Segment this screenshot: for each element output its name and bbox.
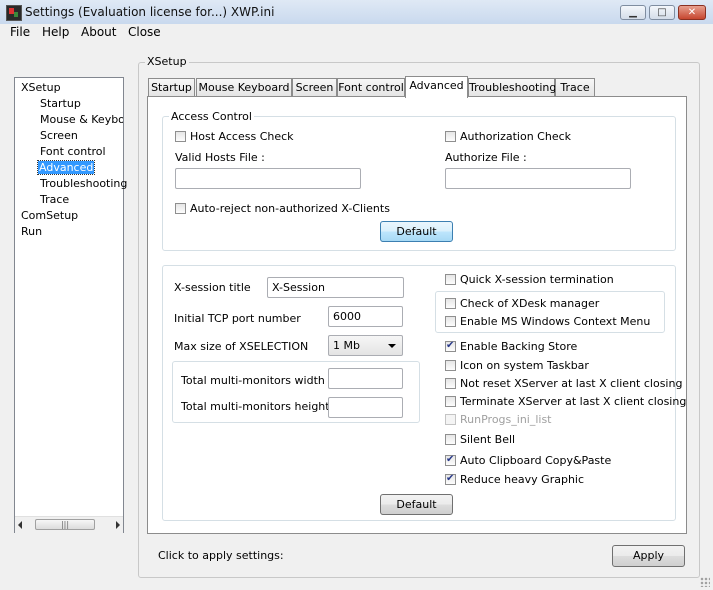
tree-item-font-control[interactable]: Font control [39, 145, 107, 158]
tab-screen[interactable]: Screen [292, 78, 337, 97]
reduce-graphic-label[interactable]: Reduce heavy Graphic [460, 473, 584, 486]
monitors-width-label: Total multi-monitors width [181, 374, 325, 387]
monitors-width-input[interactable] [328, 368, 403, 389]
quick-termination-label[interactable]: Quick X-session termination [460, 273, 614, 286]
resize-grip-icon[interactable] [700, 577, 710, 587]
not-reset-checkbox[interactable] [445, 378, 456, 389]
xselection-label: Max size of XSELECTION [174, 340, 309, 353]
maximize-icon: □ [657, 7, 667, 18]
auto-reject-checkbox[interactable] [175, 203, 186, 214]
tree-item-mouse-keyboard[interactable]: Mouse & Keyboar [39, 113, 123, 126]
monitors-height-label: Total multi-monitors height [181, 400, 330, 413]
ms-context-menu-label[interactable]: Enable MS Windows Context Menu [460, 315, 650, 328]
auto-clipboard-checkbox[interactable] [445, 454, 456, 466]
scroll-left-icon[interactable] [18, 521, 22, 529]
menu-file[interactable]: File [10, 25, 30, 39]
host-access-check-checkbox[interactable] [175, 131, 186, 142]
tcp-port-input[interactable]: 6000 [328, 306, 403, 327]
tree-horizontal-scrollbar[interactable]: ||| [15, 516, 123, 533]
monitors-height-input[interactable] [328, 397, 403, 418]
icon-taskbar-label[interactable]: Icon on system Taskbar [460, 359, 589, 372]
options-default-button[interactable]: Default [380, 494, 453, 515]
xsetup-group-label: XSetup [145, 55, 189, 68]
app-icon[interactable] [6, 5, 22, 21]
tab-font-control[interactable]: Font control [337, 78, 405, 97]
tree-item-run[interactable]: Run [20, 225, 43, 238]
tab-mouse-keyboard[interactable]: Mouse Keyboard [196, 78, 292, 97]
tree-item-troubleshooting[interactable]: Troubleshooting [39, 177, 128, 190]
tab-troubleshooting[interactable]: Troubleshooting [468, 78, 556, 97]
status-text: Click to apply settings: [158, 549, 284, 562]
terminate-label[interactable]: Terminate XServer at last X client closi… [460, 395, 686, 408]
scroll-right-icon[interactable] [116, 521, 120, 529]
backing-store-label[interactable]: Enable Backing Store [460, 340, 577, 353]
maximize-button[interactable]: □ [649, 5, 675, 20]
tab-trace[interactable]: Trace [555, 78, 595, 97]
runprogs-checkbox [445, 414, 456, 425]
xselection-value: 1 Mb [333, 339, 360, 352]
quick-termination-checkbox[interactable] [445, 274, 456, 285]
apply-button[interactable]: Apply [612, 545, 685, 567]
tree-item-startup[interactable]: Startup [39, 97, 82, 110]
tcp-port-label: Initial TCP port number [174, 312, 301, 325]
tab-advanced[interactable]: Advanced [405, 76, 468, 98]
silent-bell-checkbox[interactable] [445, 434, 456, 445]
host-access-check-label[interactable]: Host Access Check [190, 130, 294, 143]
tree-item-comsetup[interactable]: ComSetup [20, 209, 79, 222]
not-reset-label[interactable]: Not reset XServer at last X client closi… [460, 377, 682, 390]
session-title-input[interactable]: X-Session [267, 277, 404, 298]
reduce-graphic-checkbox[interactable] [445, 473, 456, 485]
runprogs-label: RunProgs_ini_list [460, 413, 552, 426]
terminate-checkbox[interactable] [445, 396, 456, 407]
access-control-legend: Access Control [169, 110, 254, 123]
session-title-label: X-session title [174, 281, 251, 294]
backing-store-checkbox[interactable] [445, 340, 456, 352]
authorization-check-label[interactable]: Authorization Check [460, 130, 571, 143]
close-button[interactable]: ✕ [678, 5, 706, 20]
menu-close[interactable]: Close [128, 25, 161, 39]
minimize-icon: ▁ [629, 7, 637, 18]
tree-item-xsetup[interactable]: XSetup [20, 81, 62, 94]
check-xdesk-label[interactable]: Check of XDesk manager [460, 297, 599, 310]
tree-item-advanced[interactable]: Advanced [36, 160, 96, 175]
scroll-thumb[interactable]: ||| [35, 519, 95, 530]
settings-tree[interactable]: XSetup Startup Mouse & Keyboar Screen Fo… [14, 77, 127, 533]
valid-hosts-input[interactable] [175, 168, 361, 189]
authorize-file-input[interactable] [445, 168, 631, 189]
tab-startup[interactable]: Startup [148, 78, 195, 97]
minimize-button[interactable]: ▁ [620, 5, 646, 20]
auto-reject-label[interactable]: Auto-reject non-authorized X-Clients [190, 202, 390, 215]
auto-clipboard-label[interactable]: Auto Clipboard Copy&Paste [460, 454, 611, 467]
xselection-select[interactable]: 1 Mb [328, 335, 403, 356]
check-xdesk-checkbox[interactable] [445, 298, 456, 309]
menu-about[interactable]: About [81, 25, 116, 39]
icon-taskbar-checkbox[interactable] [445, 360, 456, 371]
tree-item-trace[interactable]: Trace [39, 193, 70, 206]
close-icon: ✕ [687, 7, 697, 18]
tree-item-screen[interactable]: Screen [39, 129, 79, 142]
valid-hosts-label: Valid Hosts File : [175, 151, 265, 164]
menu-help[interactable]: Help [42, 25, 69, 39]
window-title: Settings (Evaluation license for...) XWP… [25, 5, 275, 19]
authorization-check-checkbox[interactable] [445, 131, 456, 142]
access-default-button[interactable]: Default [380, 221, 453, 242]
chevron-down-icon [388, 344, 396, 348]
silent-bell-label[interactable]: Silent Bell [460, 433, 515, 446]
ms-context-menu-checkbox[interactable] [445, 316, 456, 327]
authorize-file-label: Authorize File : [445, 151, 527, 164]
